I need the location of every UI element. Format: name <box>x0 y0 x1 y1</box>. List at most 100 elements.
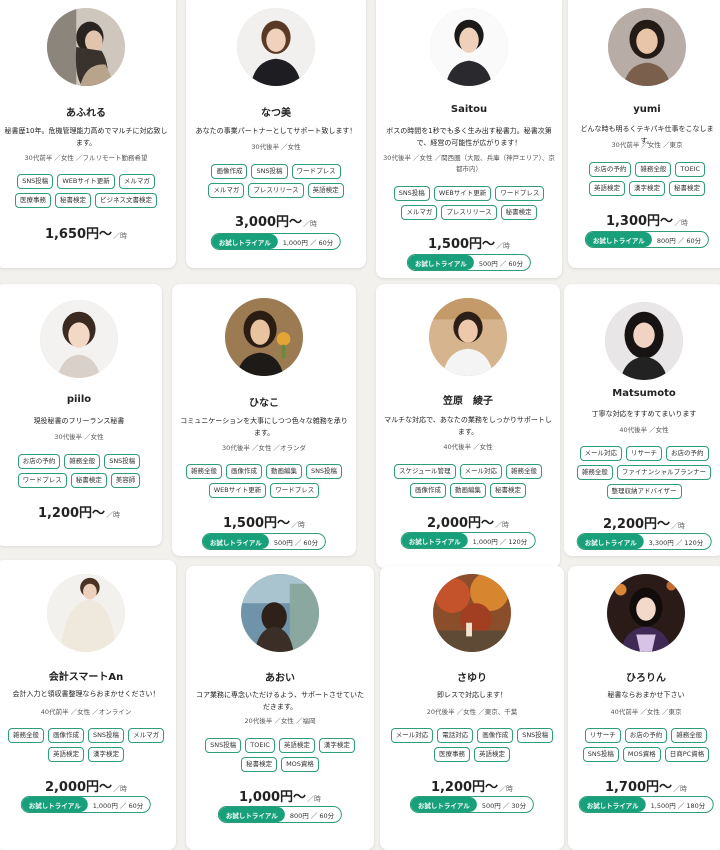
hourly-price: 3,000円〜／時 <box>186 211 366 230</box>
avatar <box>40 300 118 378</box>
skill-tag: メルマガ <box>118 174 155 189</box>
price-value: 3,000円〜 <box>234 215 303 230</box>
trial-offer-button[interactable]: お試しトライアル 500円 ／ 30分 <box>409 796 535 813</box>
skill-tag: WEBサイト更新 <box>208 483 267 498</box>
hourly-price: 1,700円〜／時 <box>568 776 720 795</box>
skill-tag: SNS投稿 <box>251 164 288 179</box>
hourly-price: 1,000円〜／時 <box>186 786 374 805</box>
skill-tag: 秘書検定 <box>55 193 91 208</box>
profile-meta: 40代後半 ／女性 <box>619 426 669 434</box>
skill-tag: 雑務全般 <box>576 465 613 480</box>
profile-meta: 30代後半 ／女性 <box>251 143 301 151</box>
skill-tag: スケジュール管理 <box>393 464 456 479</box>
skill-tag: SNS投稿 <box>582 747 619 762</box>
profile-card[interactable]: あふれる 秘書歴10年。危機管理能力高めでマルチに対応致します。 30代前半 ／… <box>0 0 176 268</box>
avatar <box>237 8 315 86</box>
trial-detail: 800円 ／ 60分 <box>656 236 702 245</box>
profile-meta: 30代前半 ／女性 ／フルリモート勤務希望 <box>24 154 148 162</box>
profile-name: yumi <box>633 104 661 115</box>
skill-tag: TOEIC <box>245 738 275 753</box>
profile-name: あふれる <box>66 108 106 119</box>
price-value: 1,650円〜 <box>44 227 113 242</box>
price-unit: ／時 <box>674 219 689 227</box>
skill-tag: リサーチ <box>584 728 621 743</box>
trial-label: お試しトライアル <box>21 797 88 812</box>
profile-intro: コア業務に専念いただけるよう、サポートさせていただきます。 <box>196 691 364 711</box>
skill-tag: 漢字検定 <box>629 181 665 196</box>
trial-label: お試しトライアル <box>218 807 285 822</box>
skill-tag: リサーチ <box>626 446 662 461</box>
profile-name: 笠原 綾子 <box>443 396 493 407</box>
skill-tag: お店の予約 <box>17 454 61 469</box>
skill-tag: 秘書検定 <box>669 181 705 196</box>
skill-tag: 動画編集 <box>265 464 302 479</box>
trial-offer-button[interactable]: お試しトライアル 500円 ／ 60分 <box>201 533 327 550</box>
profile-name: さゆり <box>457 673 487 684</box>
profile-card[interactable]: piilo 現役秘書のフリーランス秘書 30代後半 ／女性 お店の予約 雑務全般… <box>0 284 162 546</box>
skill-tag: お店の予約 <box>666 446 709 461</box>
trial-offer-button[interactable]: お試しトライアル 1,500円 ／ 180分 <box>578 796 714 813</box>
profile-meta: 20代後半 ／女性 ／福岡 <box>244 717 316 725</box>
price-unit: ／時 <box>303 220 318 228</box>
profile-card[interactable]: さゆり 即レスで対応します！ 20代後半 ／女性 ／東京、千葉 メール対応 電話… <box>380 566 564 850</box>
trial-offer-button[interactable]: お試しトライアル 800円 ／ 60分 <box>217 806 343 823</box>
skill-tag: 画像作成 <box>211 164 248 179</box>
skill-tag: TOEIC <box>675 162 706 177</box>
profile-card[interactable]: Saitou ボスの時間を1秒でも多く生み出す秘書力。秘書次第で、経営の可能性が… <box>376 0 562 278</box>
price-unit: ／時 <box>307 795 322 803</box>
trial-detail: 1,000円 ／ 60分 <box>92 801 144 810</box>
skill-tag: 秘書検定 <box>70 473 107 488</box>
profile-card[interactable]: なつ美 あなたの事業パートナーとしてサポート致します！ 30代後半 ／女性 画像… <box>186 0 366 268</box>
profile-card[interactable]: ひろりん 秘書ならおまかせ下さい 40代前半 ／女性 ／東京 リサーチ お店の予… <box>568 566 720 850</box>
hourly-price: 2,200円〜／時 <box>564 513 720 532</box>
skill-tags: 雑務全般 画像作成 SNS投稿 メルマガ 英語検定 漢字検定 <box>2 728 170 762</box>
profile-card[interactable]: ひなこ コミュニケーションを大事にしつつ色々な雑務を承ります。 30代後半 ／女… <box>172 284 356 556</box>
hourly-price: 1,200円〜／時 <box>0 502 162 521</box>
profile-card[interactable]: 笠原 綾子 マルチな対応で、あなたの業務をしっかりサポートします。 40代後半 … <box>376 284 560 568</box>
skill-tag: MOS資格 <box>281 757 319 772</box>
hourly-price: 2,000円〜／時 <box>0 776 176 795</box>
profile-card[interactable]: Matsumoto 丁寧な対応をすすめてまいります 40代後半 ／女性 メール対… <box>564 284 720 556</box>
price-value: 1,300円〜 <box>605 214 674 229</box>
trial-offer-button[interactable]: お試しトライアル 3,300円 ／ 120分 <box>576 533 712 550</box>
skill-tags: お店の予約 雑務全般 TOEIC 英語検定 漢字検定 秘書検定 <box>574 162 720 196</box>
trial-detail: 500円 ／ 30分 <box>481 801 527 810</box>
skill-tags: メール対応 リサーチ お店の予約 雑務全般 ファイナンシャルプランナー 整理収納… <box>570 446 718 499</box>
avatar <box>605 302 683 380</box>
profile-meta: 30代前半 ／女性 ／東京 <box>611 141 683 149</box>
skill-tag: WEBサイト更新 <box>433 186 492 201</box>
skill-tag: メルマガ <box>128 728 165 743</box>
skill-tags: SNS投稿 TOEIC 英語検定 漢字検定 秘書検定 MOS資格 <box>192 738 368 772</box>
profile-card[interactable]: あおい コア業務に専念いただけるよう、サポートさせていただきます。 20代後半 … <box>186 566 374 850</box>
trial-detail: 3,300円 ／ 120分 <box>648 538 704 547</box>
skill-tag: 英語検定 <box>589 181 625 196</box>
trial-offer-button[interactable]: お試しトライアル 1,000円 ／ 120分 <box>400 532 536 549</box>
skill-tag: メール対応 <box>459 464 503 479</box>
skill-tag: WEBサイト更新 <box>57 174 115 189</box>
skill-tags: お店の予約 雑務全般 SNS投稿 ワードプレス 秘書検定 美容師 <box>2 454 156 488</box>
profile-intro: あなたの事業パートナーとしてサポート致します！ <box>195 127 357 135</box>
skill-tag: 雑務全般 <box>506 464 543 479</box>
avatar <box>47 8 125 86</box>
skill-tag: 雑務全般 <box>64 454 101 469</box>
skill-tag: 整理収納アドバイザー <box>606 484 682 499</box>
skill-tag: ワードプレス <box>270 483 320 498</box>
skill-tag: ワードプレス <box>291 164 341 179</box>
trial-offer-button[interactable]: お試しトライアル 1,000円 ／ 60分 <box>20 796 152 813</box>
trial-offer-button[interactable]: お試しトライアル 500円 ／ 60分 <box>406 254 532 271</box>
trial-label: お試しトライアル <box>579 797 646 812</box>
trial-offer-button[interactable]: お試しトライアル 1,000円 ／ 60分 <box>210 233 342 250</box>
skill-tag: メール対応 <box>579 446 622 461</box>
skill-tag: 英語検定 <box>307 183 344 198</box>
profile-name: Matsumoto <box>612 388 676 399</box>
skill-tag: SNS投稿 <box>205 738 242 753</box>
price-unit: ／時 <box>499 785 514 793</box>
profile-card[interactable]: yumi どんな時も明るくテキパキ仕事をこなします。 30代前半 ／女性 ／東京… <box>568 0 720 268</box>
skill-tag: 画像作成 <box>225 464 262 479</box>
skill-tag: メルマガ <box>401 205 438 220</box>
avatar <box>225 298 303 376</box>
profile-card[interactable]: 会計スマートAn 会計入力と領収書整理ならおまかせください！ 40代前半 ／女性… <box>0 560 176 850</box>
avatar <box>607 574 685 652</box>
price-value: 1,000円〜 <box>238 790 307 805</box>
trial-offer-button[interactable]: お試しトライアル 800円 ／ 60分 <box>584 231 710 248</box>
